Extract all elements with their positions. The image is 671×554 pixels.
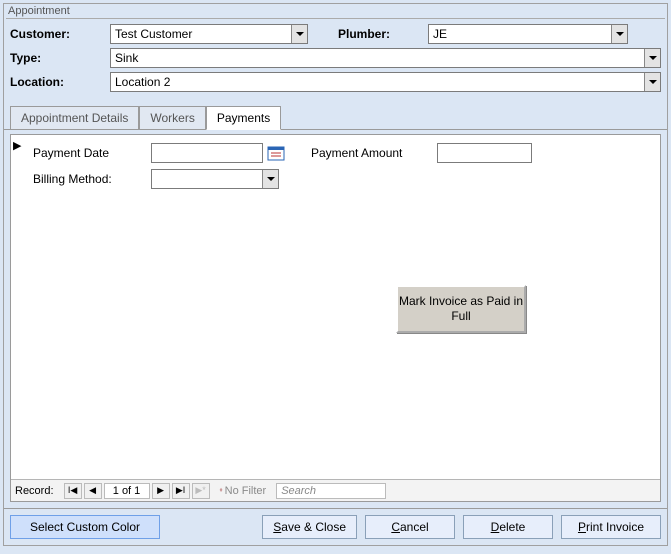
chevron-down-icon	[262, 170, 278, 188]
footer-bar: Select Custom Color Save & Close Cancel …	[4, 508, 667, 545]
mark-invoice-paid-button[interactable]: Mark Invoice as Paid in Full	[396, 285, 526, 333]
chevron-down-icon	[611, 25, 627, 43]
customer-label: Customer:	[10, 27, 110, 41]
payment-date-label: Payment Date	[33, 146, 151, 160]
tab-body-container: ▶ Payment Date Payment Amount Billing Me…	[4, 130, 667, 508]
chevron-down-icon	[644, 49, 660, 67]
record-label: Record:	[15, 485, 54, 497]
billing-method-label: Billing Method:	[33, 172, 151, 186]
tab-workers[interactable]: Workers	[139, 106, 205, 130]
tab-payments[interactable]: Payments	[206, 106, 281, 130]
record-navigator: Record: I◀ ◀ 1 of 1 ▶ ▶I ▶* ⬪ No Filter …	[11, 479, 660, 501]
mark-invoice-paid-label: Mark Invoice as Paid in Full	[398, 294, 524, 324]
location-label: Location:	[10, 75, 110, 89]
no-filter-label: No Filter	[225, 485, 267, 497]
plumber-label: Plumber:	[338, 27, 428, 41]
nav-last-button[interactable]: ▶I	[172, 483, 190, 499]
delete-button[interactable]: Delete	[463, 515, 553, 539]
location-value: Location 2	[115, 75, 170, 89]
customer-value: Test Customer	[115, 27, 192, 41]
select-custom-color-button[interactable]: Select Custom Color	[10, 515, 160, 539]
tab-strip: Appointment Details Workers Payments	[4, 99, 667, 130]
save-close-button[interactable]: Save & Close	[262, 515, 357, 539]
nav-first-button[interactable]: I◀	[64, 483, 82, 499]
record-search-input[interactable]: Search	[276, 483, 386, 499]
payments-panel: ▶ Payment Date Payment Amount Billing Me…	[10, 134, 661, 502]
payment-amount-label: Payment Amount	[311, 146, 437, 160]
plumber-combo[interactable]: JE	[428, 24, 628, 44]
window-title: Appointment	[4, 4, 667, 18]
chevron-down-icon	[291, 25, 307, 43]
nav-next-button[interactable]: ▶	[152, 483, 170, 499]
type-value: Sink	[115, 51, 138, 65]
nav-new-button[interactable]: ▶*	[192, 483, 210, 499]
customer-combo[interactable]: Test Customer	[110, 24, 308, 44]
title-underline	[6, 18, 665, 19]
type-label: Type:	[10, 51, 110, 65]
record-position[interactable]: 1 of 1	[104, 483, 150, 499]
cancel-button[interactable]: Cancel	[365, 515, 455, 539]
plumber-value: JE	[433, 27, 447, 41]
header-form: Customer: Test Customer Plumber: JE Type…	[4, 21, 667, 99]
location-combo[interactable]: Location 2	[110, 72, 661, 92]
billing-method-combo[interactable]	[151, 169, 279, 189]
chevron-down-icon	[644, 73, 660, 91]
print-invoice-button[interactable]: Print Invoice	[561, 515, 661, 539]
calendar-icon[interactable]	[267, 144, 285, 162]
record-selector-icon[interactable]: ▶	[13, 139, 21, 152]
type-combo[interactable]: Sink	[110, 48, 661, 68]
payment-amount-input[interactable]	[437, 143, 532, 163]
appointment-window: Appointment Customer: Test Customer Plum…	[3, 3, 668, 546]
payment-date-input[interactable]	[151, 143, 263, 163]
tab-appointment-details[interactable]: Appointment Details	[10, 106, 139, 130]
filter-icon: ⬪	[220, 484, 223, 497]
nav-prev-button[interactable]: ◀	[84, 483, 102, 499]
